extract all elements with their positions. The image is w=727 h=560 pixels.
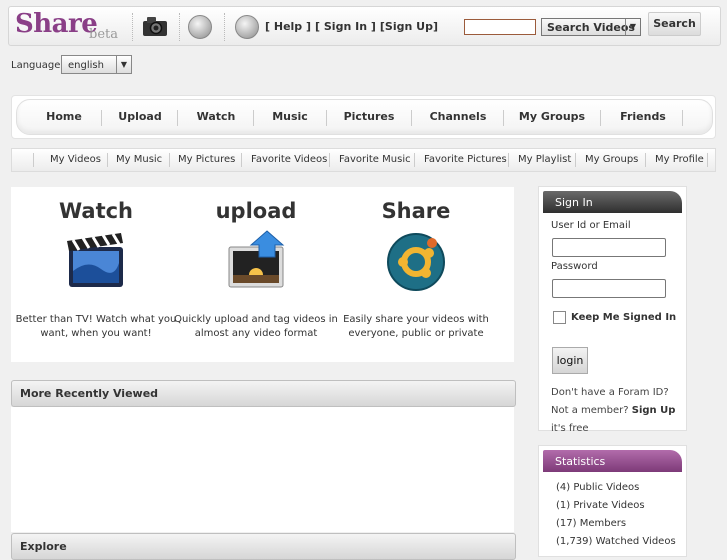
feature-title[interactable]: Share (331, 199, 501, 223)
password-label: Password (551, 261, 598, 272)
logo-beta-tag: beta (89, 27, 118, 42)
sign-up-link[interactable]: [Sign Up] (380, 20, 438, 33)
subnav-favorite-videos[interactable]: Favorite Videos (251, 149, 327, 171)
subnav-divider (645, 153, 646, 167)
feature-title[interactable]: Watch (11, 199, 181, 223)
top-bar: Share beta [ Help ][ Sign In ] [Sign Up] … (8, 6, 721, 46)
divider (224, 13, 225, 41)
stat-members[interactable]: (17) Members (556, 518, 626, 529)
nav-divider (682, 110, 683, 126)
divider (179, 13, 180, 41)
keep-signed-in-label[interactable]: Keep Me Signed In (571, 312, 676, 323)
subnav-favorite-pictures[interactable]: Favorite Pictures (424, 149, 507, 171)
chevron-down-icon: ▼ (116, 56, 131, 73)
nav-divider (101, 110, 102, 126)
nav-channels[interactable]: Channels (415, 100, 501, 134)
nav-watch[interactable]: Watch (181, 100, 251, 134)
password-field[interactable] (552, 279, 666, 298)
nav-music[interactable]: Music (255, 100, 325, 134)
main-nav-container: Home Upload Watch Music Pictures Channel… (11, 95, 716, 139)
search-type-value: Search Videos (547, 21, 635, 34)
main-nav: Home Upload Watch Music Pictures Channel… (16, 99, 713, 135)
feature-desc: Quickly upload and tag videos in almost … (174, 314, 338, 339)
subnav-my-profile[interactable]: My Profile (655, 149, 704, 171)
nav-friends[interactable]: Friends (603, 100, 683, 134)
nav-divider (600, 110, 601, 126)
login-button[interactable]: login (552, 347, 588, 374)
feature-title[interactable]: upload (171, 199, 341, 223)
section-title: More Recently Viewed (20, 387, 159, 400)
sign-in-title: Sign In (555, 196, 593, 209)
user-disc-icon[interactable] (235, 15, 259, 39)
subnav-divider (107, 153, 108, 167)
nav-divider (326, 110, 327, 126)
subnav-divider (241, 153, 242, 167)
subnav-my-music[interactable]: My Music (116, 149, 162, 171)
subnav-my-pictures[interactable]: My Pictures (178, 149, 235, 171)
subnav-divider (329, 153, 330, 167)
statistics-title: Statistics (555, 455, 606, 468)
sign-in-link[interactable]: [ Sign In ] (315, 20, 376, 33)
search-input[interactable] (464, 19, 536, 35)
subnav-my-videos[interactable]: My Videos (50, 149, 101, 171)
camera-icon[interactable] (142, 15, 168, 37)
language-label: Language: (11, 60, 64, 71)
nav-divider (177, 110, 178, 126)
user-id-label: User Id or Email (551, 220, 631, 231)
music-disc-icon[interactable] (188, 15, 212, 39)
feature-desc: Easily share your videos with everyone, … (343, 314, 489, 339)
statistics-panel: Statistics (4) Public Videos (1) Private… (538, 445, 687, 557)
stat-watched-videos[interactable]: (1,739) Watched Videos (556, 536, 676, 547)
feature-upload: upload Quickly upload and tag videos in … (171, 187, 341, 339)
stat-public-videos[interactable]: (4) Public Videos (556, 482, 639, 493)
search-button[interactable]: Search (648, 12, 701, 36)
top-links: [ Help ] [ Sign In ] [Sign Up] (265, 20, 442, 33)
nav-upload[interactable]: Upload (105, 100, 175, 134)
clapperboard-icon[interactable] (63, 229, 129, 291)
subnav-divider (169, 153, 170, 167)
stat-private-videos[interactable]: (1) Private Videos (556, 500, 645, 511)
recently-viewed-content (11, 407, 514, 532)
subnav-divider (508, 153, 509, 167)
feature-watch: Watch Better than TV! Watch what you wan… (11, 187, 181, 339)
sign-up-note: Don't have a Foram ID? Not a member? Sig… (551, 384, 681, 438)
divider (132, 13, 133, 41)
share-icon[interactable] (383, 229, 449, 291)
sub-nav: My Videos My Music My Pictures Favorite … (11, 148, 716, 172)
recently-viewed-header[interactable]: More Recently Viewed (11, 380, 516, 407)
nav-my-groups[interactable]: My Groups (506, 100, 598, 134)
subnav-divider (33, 153, 34, 167)
upload-icon[interactable] (223, 229, 289, 291)
sign-up-note-suffix: it's free (551, 423, 589, 434)
subnav-divider (707, 153, 708, 167)
chevron-down-icon: ▼ (625, 19, 640, 35)
sign-in-header: Sign In (543, 191, 682, 213)
language-select[interactable]: english ▼ (61, 55, 132, 74)
subnav-divider (575, 153, 576, 167)
help-link[interactable]: [ Help ] (265, 20, 311, 33)
feature-desc: Better than TV! Watch what you want, whe… (15, 314, 177, 339)
statistics-header: Statistics (543, 450, 682, 472)
user-id-field[interactable] (552, 238, 666, 257)
explore-header[interactable]: Explore (11, 533, 516, 560)
nav-home[interactable]: Home (29, 100, 99, 134)
nav-pictures[interactable]: Pictures (329, 100, 409, 134)
section-title: Explore (20, 540, 67, 553)
feature-share: Share Easily share your videos with ever… (331, 187, 501, 339)
subnav-divider (414, 153, 415, 167)
subnav-my-groups[interactable]: My Groups (585, 149, 638, 171)
subnav-favorite-music[interactable]: Favorite Music (339, 149, 411, 171)
sign-up-link[interactable]: Sign Up (632, 405, 676, 416)
keep-signed-in-checkbox[interactable] (553, 311, 566, 324)
feature-panel: Watch Better than TV! Watch what you wan… (11, 187, 514, 362)
sign-in-panel: Sign In User Id or Email Password Keep M… (538, 186, 687, 434)
language-value: english (68, 60, 104, 71)
subnav-my-playlist[interactable]: My Playlist (518, 149, 571, 171)
nav-divider (503, 110, 504, 126)
nav-divider (411, 110, 412, 126)
search-type-select[interactable]: Search Videos ▼ (541, 18, 641, 36)
nav-divider (253, 110, 254, 126)
site-logo[interactable]: Share (15, 9, 98, 39)
